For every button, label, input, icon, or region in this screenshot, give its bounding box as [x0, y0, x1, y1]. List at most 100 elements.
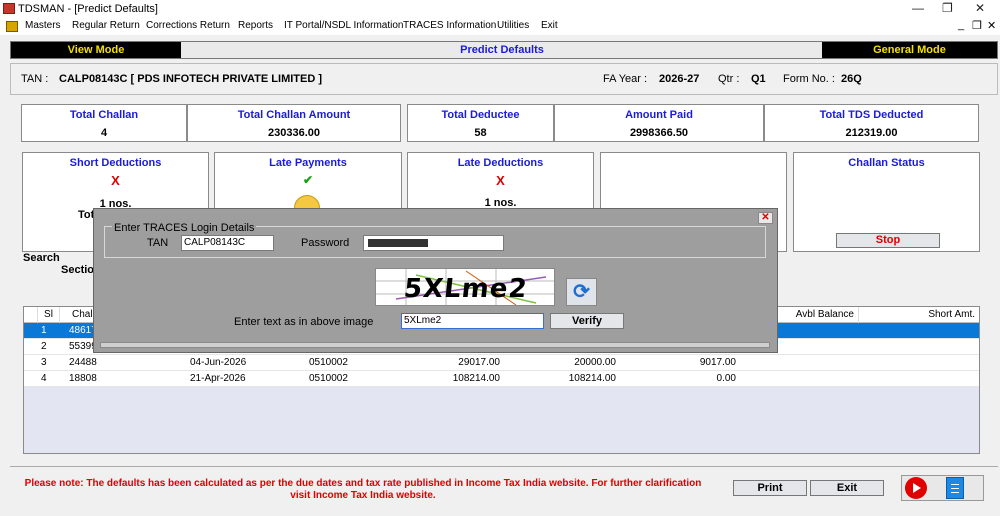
play-icon[interactable] [905, 477, 927, 499]
card-title: Total Challan Amount [237, 109, 351, 121]
print-button[interactable]: Print [733, 480, 807, 496]
close-icon[interactable]: ✕ [975, 1, 985, 15]
menu-exit[interactable]: Exit [541, 20, 558, 31]
card-title: Late Payments [269, 157, 347, 169]
mode-bar: View Mode Predict Defaults General Mode [10, 41, 998, 59]
password-input[interactable] [363, 235, 504, 251]
mdi-child-icon[interactable] [6, 21, 18, 32]
total-deductee-card: Total Deductee 58 [407, 104, 554, 142]
restore-icon[interactable]: ❐ [942, 1, 953, 15]
verify-button[interactable]: Verify [550, 313, 624, 329]
page-title: Predict Defaults [460, 44, 544, 56]
doc-line [951, 488, 959, 489]
close-icon[interactable]: ✕ [758, 212, 773, 224]
divider [10, 466, 998, 467]
cell-amount: 29017.00 [458, 357, 500, 368]
card-title: Total TDS Deducted [819, 109, 924, 121]
mdi-minimize-icon[interactable]: _ [958, 19, 964, 31]
total-challan-amount-card: Total Challan Amount 230336.00 [187, 104, 401, 142]
amount-paid-card: Amount Paid 2998366.50 [554, 104, 764, 142]
cell-challan: 18808 [69, 373, 97, 384]
form-value: 26Q [841, 73, 862, 85]
qtr-value: Q1 [751, 73, 766, 85]
app-icon [3, 3, 15, 14]
search-label: Search [23, 252, 60, 264]
captcha-text: 5XLme2 [402, 274, 530, 304]
cross-icon: X [111, 173, 120, 188]
view-mode-tab[interactable]: View Mode [11, 42, 181, 58]
cell-amount: 108214.00 [452, 373, 500, 384]
card-title: Total Challan [69, 109, 139, 121]
menu-regular-return[interactable]: Regular Return [72, 20, 140, 31]
card-value: 230336.00 [268, 127, 320, 139]
menu-traces-information[interactable]: TRACES Information [403, 20, 496, 31]
play-triangle-icon [913, 483, 921, 493]
defaults-note: Please note: The defaults has been calcu… [24, 478, 702, 501]
exit-button[interactable]: Exit [810, 480, 884, 496]
password-mask [368, 239, 428, 247]
doc-line [951, 492, 959, 493]
cell-balance: 9017.00 [699, 357, 736, 368]
table-row[interactable]: 3 24488 04-Jun-2026 0510002 29017.00 200… [24, 355, 979, 371]
menu-it-portal[interactable]: IT Portal/NSDL Information [284, 20, 404, 31]
card-title: Total Deductee [441, 109, 520, 121]
cell-bsr: 0510002 [309, 357, 348, 368]
minimize-icon[interactable]: — [912, 1, 924, 15]
menu-utilities[interactable]: Utilities [497, 20, 529, 31]
card-title: Short Deductions [69, 157, 162, 169]
qtr-label: Qtr : [718, 73, 740, 85]
tan-input[interactable]: CALP08143C [181, 235, 274, 251]
table-row[interactable]: 4 18808 21-Apr-2026 0510002 108214.00 10… [24, 371, 979, 387]
card-value: 2998366.50 [629, 127, 689, 139]
cell-balance: 0.00 [716, 373, 736, 384]
cell-consumed: 20000.00 [574, 357, 616, 368]
cell-sl: 4 [41, 373, 47, 384]
total-tds-deducted-card: Total TDS Deducted 212319.00 [764, 104, 979, 142]
document-icon[interactable] [946, 477, 964, 499]
cell-sl: 2 [41, 341, 47, 352]
stop-button[interactable]: Stop [836, 233, 940, 248]
check-icon: ✔ [302, 173, 314, 187]
general-mode-tab[interactable]: General Mode [822, 42, 997, 58]
form-label: Form No. : [783, 73, 835, 85]
fy-value: 2026-27 [659, 73, 700, 85]
menu-bar: Masters Regular Return Corrections Retur… [0, 18, 1000, 35]
menu-corrections-return[interactable]: Corrections Return [146, 20, 230, 31]
short-total-label: Tot [78, 209, 95, 221]
traces-login-dialog: ✕ Enter TRACES Login Details TAN CALP081… [93, 208, 778, 353]
total-challan-card: Total Challan 4 [21, 104, 187, 142]
challan-status-card: Challan Status Stop [793, 152, 980, 252]
cell-date: 04-Jun-2026 [190, 357, 247, 368]
captcha-image: 5XLme2 [375, 268, 555, 306]
doc-line [951, 484, 959, 485]
tan-value: CALP08143C [ PDS INFOTECH PRIVATE LIMITE… [59, 73, 323, 85]
window-title: TDSMAN - [Predict Defaults] [18, 3, 158, 15]
tan-field-label: TAN [147, 237, 169, 249]
card-value: 4 [100, 127, 108, 139]
mdi-restore-icon[interactable]: ❐ [972, 19, 982, 32]
cross-icon: X [496, 173, 505, 188]
header-short-amt[interactable]: Short Amt. [859, 307, 979, 323]
cell-date: 21-Apr-2026 [190, 373, 246, 384]
cell-challan: 24488 [69, 357, 97, 368]
menu-masters[interactable]: Masters [25, 20, 61, 31]
card-title: Late Deductions [457, 157, 544, 169]
header-sl[interactable]: Sl [38, 307, 60, 323]
row-indicator-header [24, 307, 38, 323]
menu-reports[interactable]: Reports [238, 20, 273, 31]
groupbox-title: Enter TRACES Login Details [112, 222, 257, 234]
tan-label: TAN : [21, 73, 49, 85]
section-label: Sectio [61, 264, 95, 276]
title-bar: TDSMAN - [Predict Defaults] — ❐ ✕ [0, 0, 1000, 18]
card-value: 58 [474, 127, 487, 139]
captcha-label: Enter text as in above image [234, 316, 374, 328]
card-title: Challan Status [848, 157, 925, 169]
info-bar: TAN : CALP08143C [ PDS INFOTECH PRIVATE … [10, 63, 998, 95]
cell-consumed: 108214.00 [568, 373, 616, 384]
captcha-input[interactable]: 5XLme2 [401, 313, 544, 329]
cell-bsr: 0510002 [309, 373, 348, 384]
password-field-label: Password [301, 237, 350, 249]
cell-sl: 1 [41, 325, 47, 336]
refresh-captcha-icon[interactable]: ⟳ [566, 278, 597, 306]
mdi-close-icon[interactable]: ✕ [987, 19, 996, 32]
